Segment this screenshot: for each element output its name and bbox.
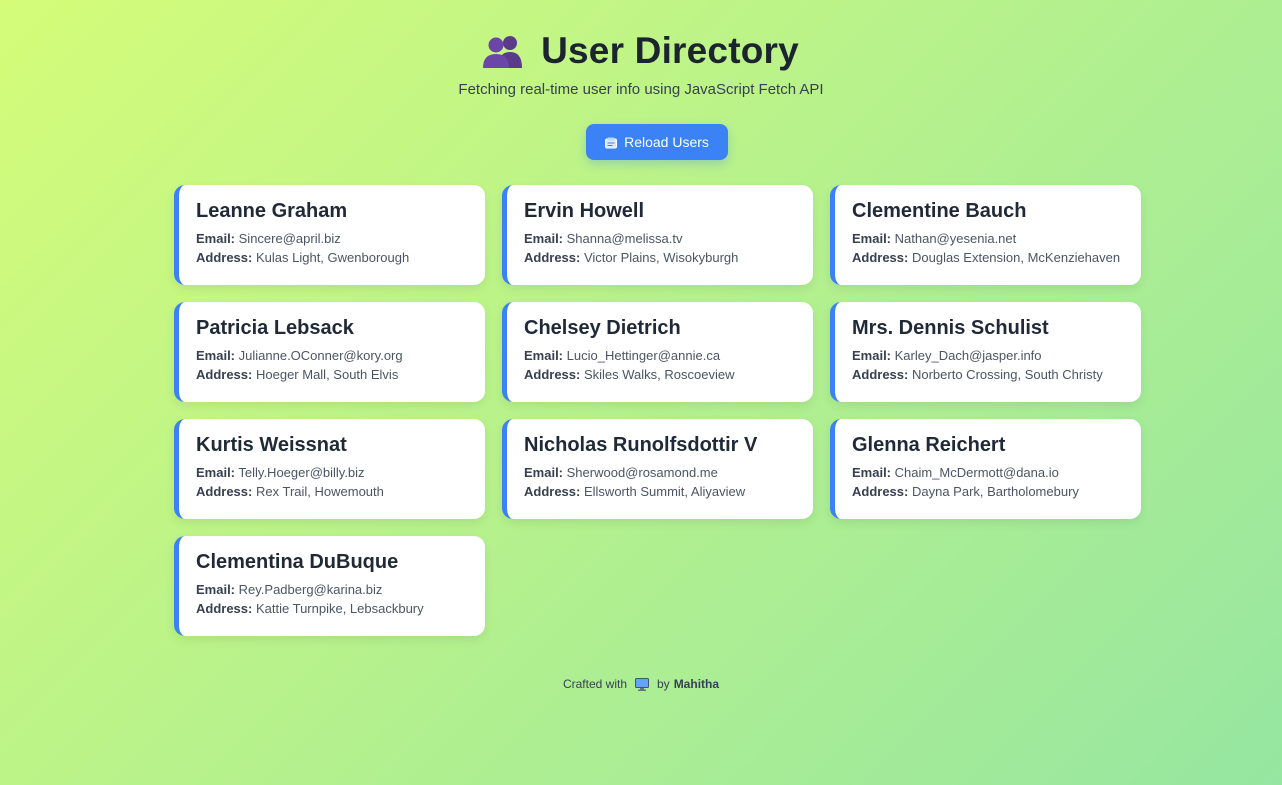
user-email-line: Email: Chaim_McDermott@dana.io (852, 463, 1125, 482)
user-card: Clementine Bauch Email: Nathan@yesenia.ne… (830, 185, 1141, 285)
user-name: Kurtis Weissnat (196, 434, 347, 456)
user-address: Dayna Park, Bartholomebury (911, 484, 1079, 499)
user-email: Lucio_Hettinger@annie.ca (566, 348, 721, 363)
user-address: Ellsworth Summit, Aliyaview (583, 484, 746, 499)
user-address-label: Address: (524, 367, 581, 382)
user-address: Rex Trail, Howemouth (255, 484, 384, 499)
user-email-line: Email: Telly.Hoeger@billy.biz (196, 463, 469, 482)
user-address: Skiles Walks, Roscoeview (583, 367, 735, 382)
user-email-label: Email: (524, 465, 564, 480)
user-name: Glenna Reichert (852, 434, 1006, 456)
user-email-label: Email: (524, 231, 564, 246)
user-address-label: Address: (196, 250, 253, 265)
user-card: Mrs. Dennis Schulist Email: Karley_Dach@j… (830, 302, 1141, 402)
user-email: Sincere@april.biz (238, 231, 341, 246)
user-address-label: Address: (524, 250, 581, 265)
user-address-label: Address: (196, 367, 253, 382)
user-name: Patricia Lebsack (196, 317, 354, 339)
user-name: Chelsey Dietrich (524, 317, 681, 339)
user-address: Douglas Extension, McKenziehaven (911, 250, 1121, 265)
footer-prefix: Crafted with (562, 677, 627, 691)
user-email-line: Email: Rey.Padberg@karina.biz (196, 580, 469, 599)
user-email-label: Email: (196, 582, 236, 597)
user-email-line: Email: Karley_Dach@jasper.info (852, 346, 1125, 365)
user-address: Norberto Crossing, South Christy (911, 367, 1103, 382)
user-email-label: Email: (852, 465, 892, 480)
user-email-label: Email: (196, 348, 236, 363)
user-card-grid: Leanne Graham Email: Sincere@april.biz Add… (174, 185, 1141, 636)
user-address: Victor Plains, Wisokyburgh (583, 250, 739, 265)
user-address-line: Address: Hoeger Mall, South Elvis (196, 365, 469, 384)
user-email: Karley_Dach@jasper.info (894, 348, 1042, 363)
user-address-label: Address: (524, 484, 581, 499)
user-email-line: Email: Julianne.OConner@kory.org (196, 346, 469, 365)
user-email-label: Email: (196, 465, 236, 480)
user-address-line: Address: Douglas Extension, McKenziehave… (852, 248, 1125, 267)
user-email-line: Email: Sherwood@rosamond.me (524, 463, 797, 482)
user-address-line: Address: Norberto Crossing, South Christ… (852, 365, 1125, 384)
user-address-line: Address: Victor Plains, Wisokyburgh (524, 248, 797, 267)
user-email: Shanna@melissa.tv (566, 231, 683, 246)
user-address: Kattie Turnpike, Lebsackbury (255, 601, 424, 616)
user-address-label: Address: (196, 484, 253, 499)
user-name: Ervin Howell (524, 200, 645, 222)
page-header: User Directory (0, 30, 1282, 72)
user-address-label: Address: (196, 601, 253, 616)
user-address-line: Address: Rex Trail, Howemouth (196, 482, 469, 501)
user-address-line: Address: Skiles Walks, Roscoeview (524, 365, 797, 384)
desktop-computer-icon (635, 677, 649, 691)
page-footer: Crafted with by Mahitha (0, 677, 1282, 691)
user-email-label: Email: (196, 231, 236, 246)
user-email-line: Email: Shanna@melissa.tv (524, 229, 797, 248)
user-card: Nicholas Runolfsdottir V Email: Sherwood@… (502, 419, 813, 519)
user-email-line: Email: Sincere@april.biz (196, 229, 469, 248)
user-address: Hoeger Mall, South Elvis (255, 367, 399, 382)
user-name: Clementine Bauch (852, 200, 1027, 222)
user-email: Chaim_McDermott@dana.io (894, 465, 1059, 480)
user-email: Telly.Hoeger@billy.biz (238, 465, 365, 480)
footer-by: by (657, 677, 670, 691)
user-name: Leanne Graham (196, 200, 348, 222)
user-email: Julianne.OConner@kory.org (238, 348, 403, 363)
user-card: Clementina DuBuque Email: Rey.Padberg@kar… (174, 536, 485, 636)
reload-users-label: Reload Users (624, 134, 709, 150)
user-email: Sherwood@rosamond.me (566, 465, 718, 480)
user-address-label: Address: (852, 484, 909, 499)
busts-in-silhouette-icon (483, 34, 523, 68)
page-title: User Directory (541, 30, 799, 71)
user-email: Rey.Padberg@karina.biz (238, 582, 383, 597)
user-address: Kulas Light, Gwenborough (255, 250, 410, 265)
reload-users-button[interactable]: Reload Users (586, 124, 728, 160)
user-email-label: Email: (852, 231, 892, 246)
user-email-label: Email: (524, 348, 564, 363)
user-address-label: Address: (852, 250, 909, 265)
user-card: Ervin Howell Email: Shanna@melissa.tv Addr… (502, 185, 813, 285)
user-email-label: Email: (852, 348, 892, 363)
user-email-line: Email: Nathan@yesenia.net (852, 229, 1125, 248)
user-email: Nathan@yesenia.net (894, 231, 1017, 246)
user-address-line: Address: Dayna Park, Bartholomebury (852, 482, 1125, 501)
user-name: Mrs. Dennis Schulist (852, 317, 1049, 339)
card-file-icon (605, 136, 618, 149)
user-email-line: Email: Lucio_Hettinger@annie.ca (524, 346, 797, 365)
user-name: Clementina DuBuque (196, 551, 399, 573)
user-card: Chelsey Dietrich Email: Lucio_Hettinger@a… (502, 302, 813, 402)
user-address-line: Address: Ellsworth Summit, Aliyaview (524, 482, 797, 501)
user-address-label: Address: (852, 367, 909, 382)
user-card: Patricia Lebsack Email: Julianne.OConner@… (174, 302, 485, 402)
user-name: Nicholas Runolfsdottir V (524, 434, 758, 456)
user-address-line: Address: Kattie Turnpike, Lebsackbury (196, 599, 469, 618)
page-subtitle: Fetching real-time user info using JavaS… (458, 81, 824, 98)
footer-author: Mahitha (673, 677, 720, 691)
user-card: Kurtis Weissnat Email: Telly.Hoeger@billy… (174, 419, 485, 519)
user-card: Leanne Graham Email: Sincere@april.biz Add… (174, 185, 485, 285)
user-address-line: Address: Kulas Light, Gwenborough (196, 248, 469, 267)
user-card: Glenna Reichert Email: Chaim_McDermott@da… (830, 419, 1141, 519)
